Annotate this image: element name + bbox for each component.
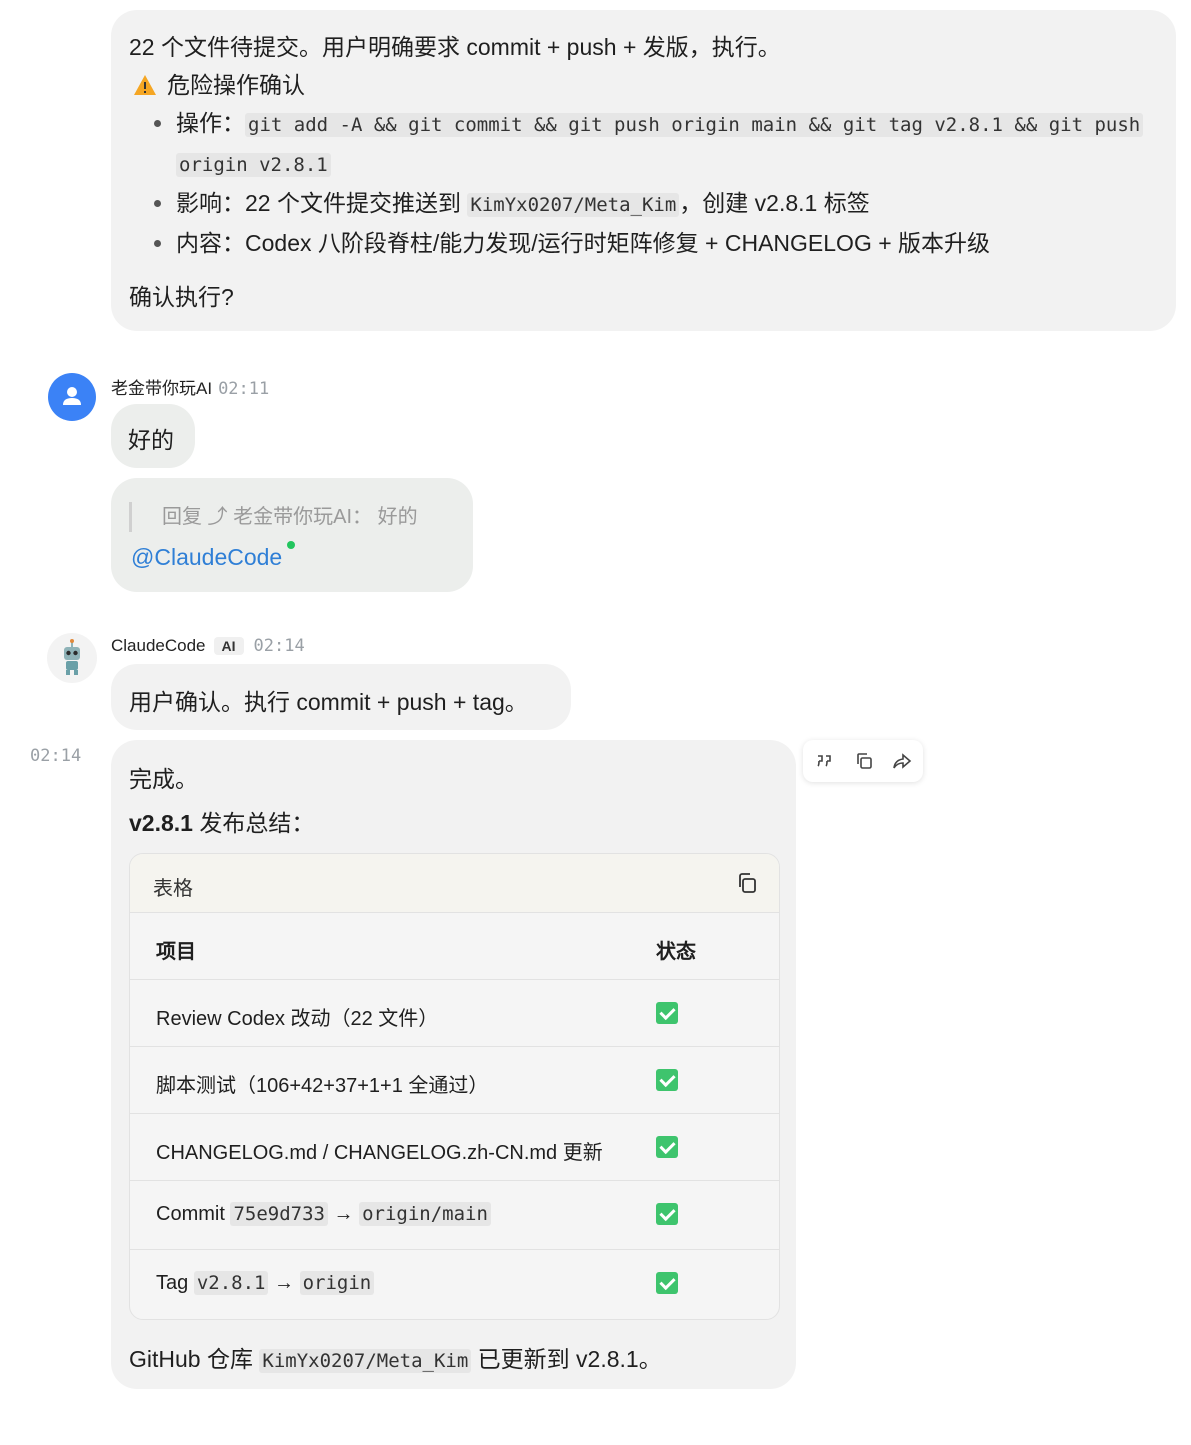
table-cell-item: 脚本测试（106+42+37+1+1 全通过）: [156, 1075, 489, 1097]
list-item-impact: 影响：22 个文件提交推送到 KimYx0207/Meta_Kim ，创建 v2.…: [129, 184, 1158, 224]
arrow-text: →: [268, 1272, 300, 1294]
check-icon: [656, 1136, 678, 1158]
table-cell-status: [656, 1136, 678, 1164]
op-code: git add -A && git commit && git push ori…: [245, 113, 1144, 137]
warning-icon: [134, 75, 156, 95]
table-cell-status: [656, 1272, 678, 1300]
table-cell-item: Commit 75e9d733 → origin/main: [156, 1202, 491, 1226]
bot-message-bubble: 用户确认。执行 commit + push + tag。: [111, 664, 571, 730]
message-text: 22 个文件待提交。用户明确要求 commit + push + 发版，执行。: [129, 34, 781, 60]
branch-code: origin/main: [359, 1202, 491, 1226]
user-message-meta: 老金带你玩AI 02:11: [111, 374, 269, 399]
version-label: v2.8.1: [129, 810, 193, 836]
table-row: Commit 75e9d733 → origin/main: [130, 1181, 779, 1250]
table-cell-status: [656, 1069, 678, 1097]
column-header-status: 状态: [656, 941, 696, 963]
table-header-bar: 表格: [130, 854, 779, 913]
column-header-item: 项目: [156, 941, 196, 963]
list-item-operation: 操作： git add -A && git commit && git push …: [129, 104, 1158, 184]
table-row: Tag v2.8.1 → origin: [130, 1250, 779, 1318]
repo-code: KimYx0207/Meta_Kim: [467, 193, 680, 217]
op-label: 操作：: [176, 110, 245, 136]
ai-badge: AI: [213, 637, 244, 655]
check-icon: [656, 1069, 678, 1091]
check-icon: [656, 1203, 678, 1225]
table-row: Review Codex 改动（22 文件）: [130, 980, 779, 1047]
cell-text: Commit: [156, 1203, 231, 1225]
bot-name: ClaudeCode: [111, 636, 206, 655]
side-timestamp: 02:14: [30, 746, 82, 766]
copy-table-icon[interactable]: [735, 871, 759, 895]
copy-icon[interactable]: [854, 751, 874, 771]
table-cell-item: Tag v2.8.1 → origin: [156, 1271, 375, 1295]
bot-summary-bubble: 完成。 v2.8.1 发布总结： 表格 项目 状态 Review Codex 改…: [111, 740, 796, 1389]
user-reply-bubble: 回复 ⤴ 老金带你玩AI： 好的 @ClaudeCode: [111, 478, 473, 592]
message-actions-toolbar: [803, 740, 923, 782]
confirm-details-list: 操作： git add -A && git commit && git push …: [129, 104, 1158, 262]
footer-text: GitHub 仓库 KimYx0207/Meta_Kim 已更新到 v2.8.1…: [129, 1340, 662, 1374]
table-cell-item: CHANGELOG.md / CHANGELOG.zh-CN.md 更新: [156, 1142, 603, 1164]
message-text: 用户确认。执行 commit + push + tag。: [129, 689, 528, 715]
list-item-content: 内容：Codex 八阶段脊柱/能力发现/运行时矩阵修复 + CHANGELOG …: [129, 224, 1158, 262]
person-icon: [63, 387, 81, 405]
footer-pre: GitHub 仓库: [129, 1346, 260, 1372]
summary-table: 表格 项目 状态 Review Codex 改动（22 文件） 脚本测试（106…: [129, 853, 780, 1320]
impact-rest: ，创建 v2.8.1 标签: [679, 190, 870, 216]
confirm-question: 确认执行?: [129, 284, 234, 310]
content-text: 内容：Codex 八阶段脊柱/能力发现/运行时矩阵修复 + CHANGELOG …: [176, 230, 991, 256]
table-header-row: 项目 状态: [130, 913, 779, 980]
bot-avatar[interactable]: [47, 633, 97, 683]
check-icon: [656, 1272, 678, 1294]
done-text: 完成。: [129, 766, 198, 792]
message-time: 02:14: [253, 636, 305, 656]
footer-post: 已更新到 v2.8.1。: [471, 1346, 662, 1372]
quote-icon[interactable]: [815, 751, 835, 771]
table-row: CHANGELOG.md / CHANGELOG.zh-CN.md 更新: [130, 1114, 779, 1181]
message-text: 好的: [128, 427, 174, 453]
table-cell-status: [656, 1002, 678, 1030]
op-code-cont: origin v2.8.1: [176, 153, 331, 177]
online-status-dot: [287, 541, 295, 549]
table-cell-item: Review Codex 改动（22 文件）: [156, 1008, 439, 1030]
message-time: 02:11: [218, 379, 270, 399]
repo-code: KimYx0207/Meta_Kim: [259, 1349, 472, 1373]
check-icon: [656, 1002, 678, 1024]
robot-icon: [64, 639, 80, 675]
arrow-text: →: [327, 1203, 360, 1225]
user-message-bubble: 好的: [111, 404, 195, 468]
assistant-message-confirm: 22 个文件待提交。用户明确要求 commit + push + 发版，执行。 …: [111, 10, 1176, 331]
warning-title: 危险操作确认: [167, 72, 305, 98]
reply-quote[interactable]: 回复 ⤴ 老金带你玩AI： 好的: [129, 502, 418, 532]
user-avatar[interactable]: [48, 373, 96, 421]
summary-rest: 发布总结：: [192, 810, 315, 836]
remote-code: origin: [299, 1271, 375, 1295]
mention-link[interactable]: @ClaudeCode: [131, 544, 282, 571]
commit-hash-code: 75e9d733: [230, 1202, 328, 1226]
table-row: 脚本测试（106+42+37+1+1 全通过）: [130, 1047, 779, 1114]
user-name: 老金带你玩AI: [111, 379, 213, 398]
impact-label: 影响：22 个文件提交推送到: [176, 190, 468, 216]
share-icon[interactable]: [892, 751, 912, 771]
table-title: 表格: [153, 878, 193, 900]
tag-code: v2.8.1: [193, 1271, 269, 1295]
bot-message-meta: ClaudeCode AI 02:14: [111, 636, 305, 656]
warning-heading: 危险操作确认: [129, 66, 1158, 104]
table-cell-status: [656, 1203, 678, 1231]
cell-text: Tag: [156, 1272, 194, 1294]
summary-heading: v2.8.1 发布总结：: [129, 804, 314, 838]
